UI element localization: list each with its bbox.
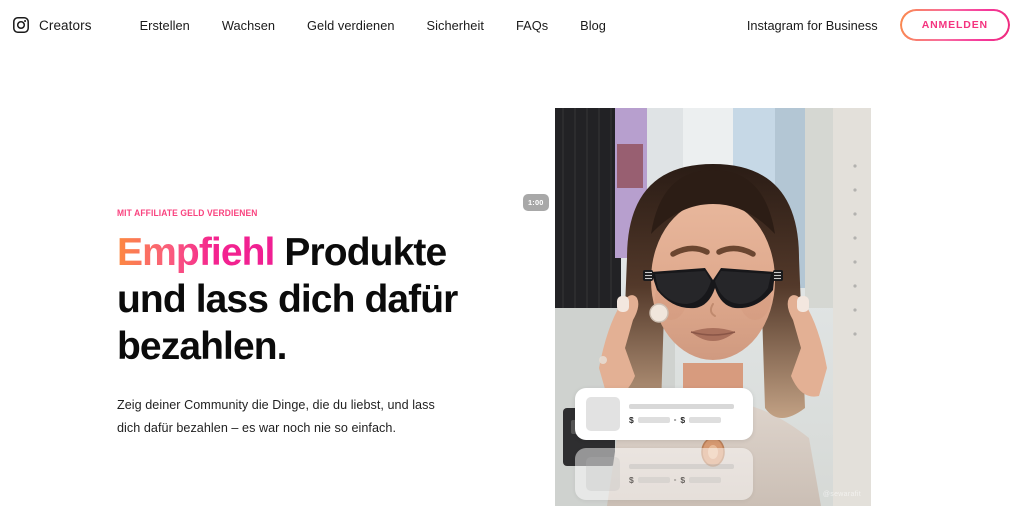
hero-copy: MIT AFFILIATE GELD VERDIENEN Empfiehl Pr… [117, 208, 487, 440]
login-button-label: ANMELDEN [921, 19, 988, 31]
nav-item-erstellen[interactable]: Erstellen [140, 12, 190, 39]
creator-photo [555, 108, 871, 506]
product-thumbnail-placeholder [586, 397, 620, 431]
instagram-for-business-link[interactable]: Instagram for Business [747, 18, 878, 33]
login-button[interactable]: ANMELDEN [899, 9, 1010, 41]
price-range-separator-2: - [673, 474, 677, 484]
hero-video-thumbnail[interactable] [555, 108, 871, 506]
price-value-placeholder [637, 417, 670, 423]
site-header: Creators Erstellen Wachsen Geld verdiene… [0, 0, 1024, 50]
page-root: Creators Erstellen Wachsen Geld verdiene… [0, 0, 1024, 516]
product-tag-card[interactable]: $ - $ [575, 388, 753, 440]
nav-item-geld-verdienen[interactable]: Geld verdienen [307, 12, 395, 39]
product-title-placeholder [629, 404, 735, 409]
product-thumbnail-placeholder-2 [586, 457, 620, 491]
product-card-lines: $ - $ [629, 404, 742, 424]
price-currency-symbol: $ [629, 414, 634, 425]
video-duration-label: 1:00 [528, 197, 544, 207]
price-currency-symbol-3: $ [629, 474, 634, 485]
product-title-placeholder-2 [629, 464, 735, 469]
price-value-placeholder-2 [689, 417, 722, 423]
hero-eyebrow: MIT AFFILIATE GELD VERDIENEN [117, 208, 258, 218]
nav-item-blog[interactable]: Blog [580, 12, 606, 39]
hero-headline-gradient-word: Empfiehl [117, 231, 275, 274]
product-tag-card-secondary[interactable]: $ - $ [575, 448, 753, 500]
hero-headline: Empfiehl Produkte und lass dich dafür be… [117, 229, 487, 370]
product-price-row-2: $ - $ [629, 474, 742, 485]
video-duration-badge: 1:00 [523, 194, 549, 211]
nav-item-wachsen[interactable]: Wachsen [222, 12, 275, 39]
header-actions: Instagram for Business ANMELDEN [747, 9, 1010, 41]
hero-media: 1:00 $ - $ $ - $ @sewarafit [523, 108, 871, 506]
price-currency-symbol-4: $ [680, 474, 686, 485]
hero-subcopy: Zeig deiner Community die Dinge, die du … [117, 398, 435, 435]
creator-watermark: @sewarafit [822, 491, 861, 498]
price-currency-symbol-2: $ [680, 414, 686, 425]
nav-item-sicherheit[interactable]: Sicherheit [427, 12, 484, 39]
hero-section: MIT AFFILIATE GELD VERDIENEN Empfiehl Pr… [0, 50, 1024, 516]
product-card-lines-2: $ - $ [629, 464, 742, 484]
instagram-camera-icon [13, 17, 29, 33]
primary-navigation: Erstellen Wachsen Geld verdienen Sicherh… [140, 12, 606, 39]
nav-item-faqs[interactable]: FAQs [516, 12, 548, 39]
price-value-placeholder-4 [689, 477, 722, 483]
brand-logo-link[interactable]: Creators [12, 16, 92, 34]
brand-label: Creators [39, 17, 92, 33]
price-range-separator: - [673, 414, 677, 424]
price-value-placeholder-3 [637, 477, 670, 483]
product-price-row: $ - $ [629, 414, 742, 425]
